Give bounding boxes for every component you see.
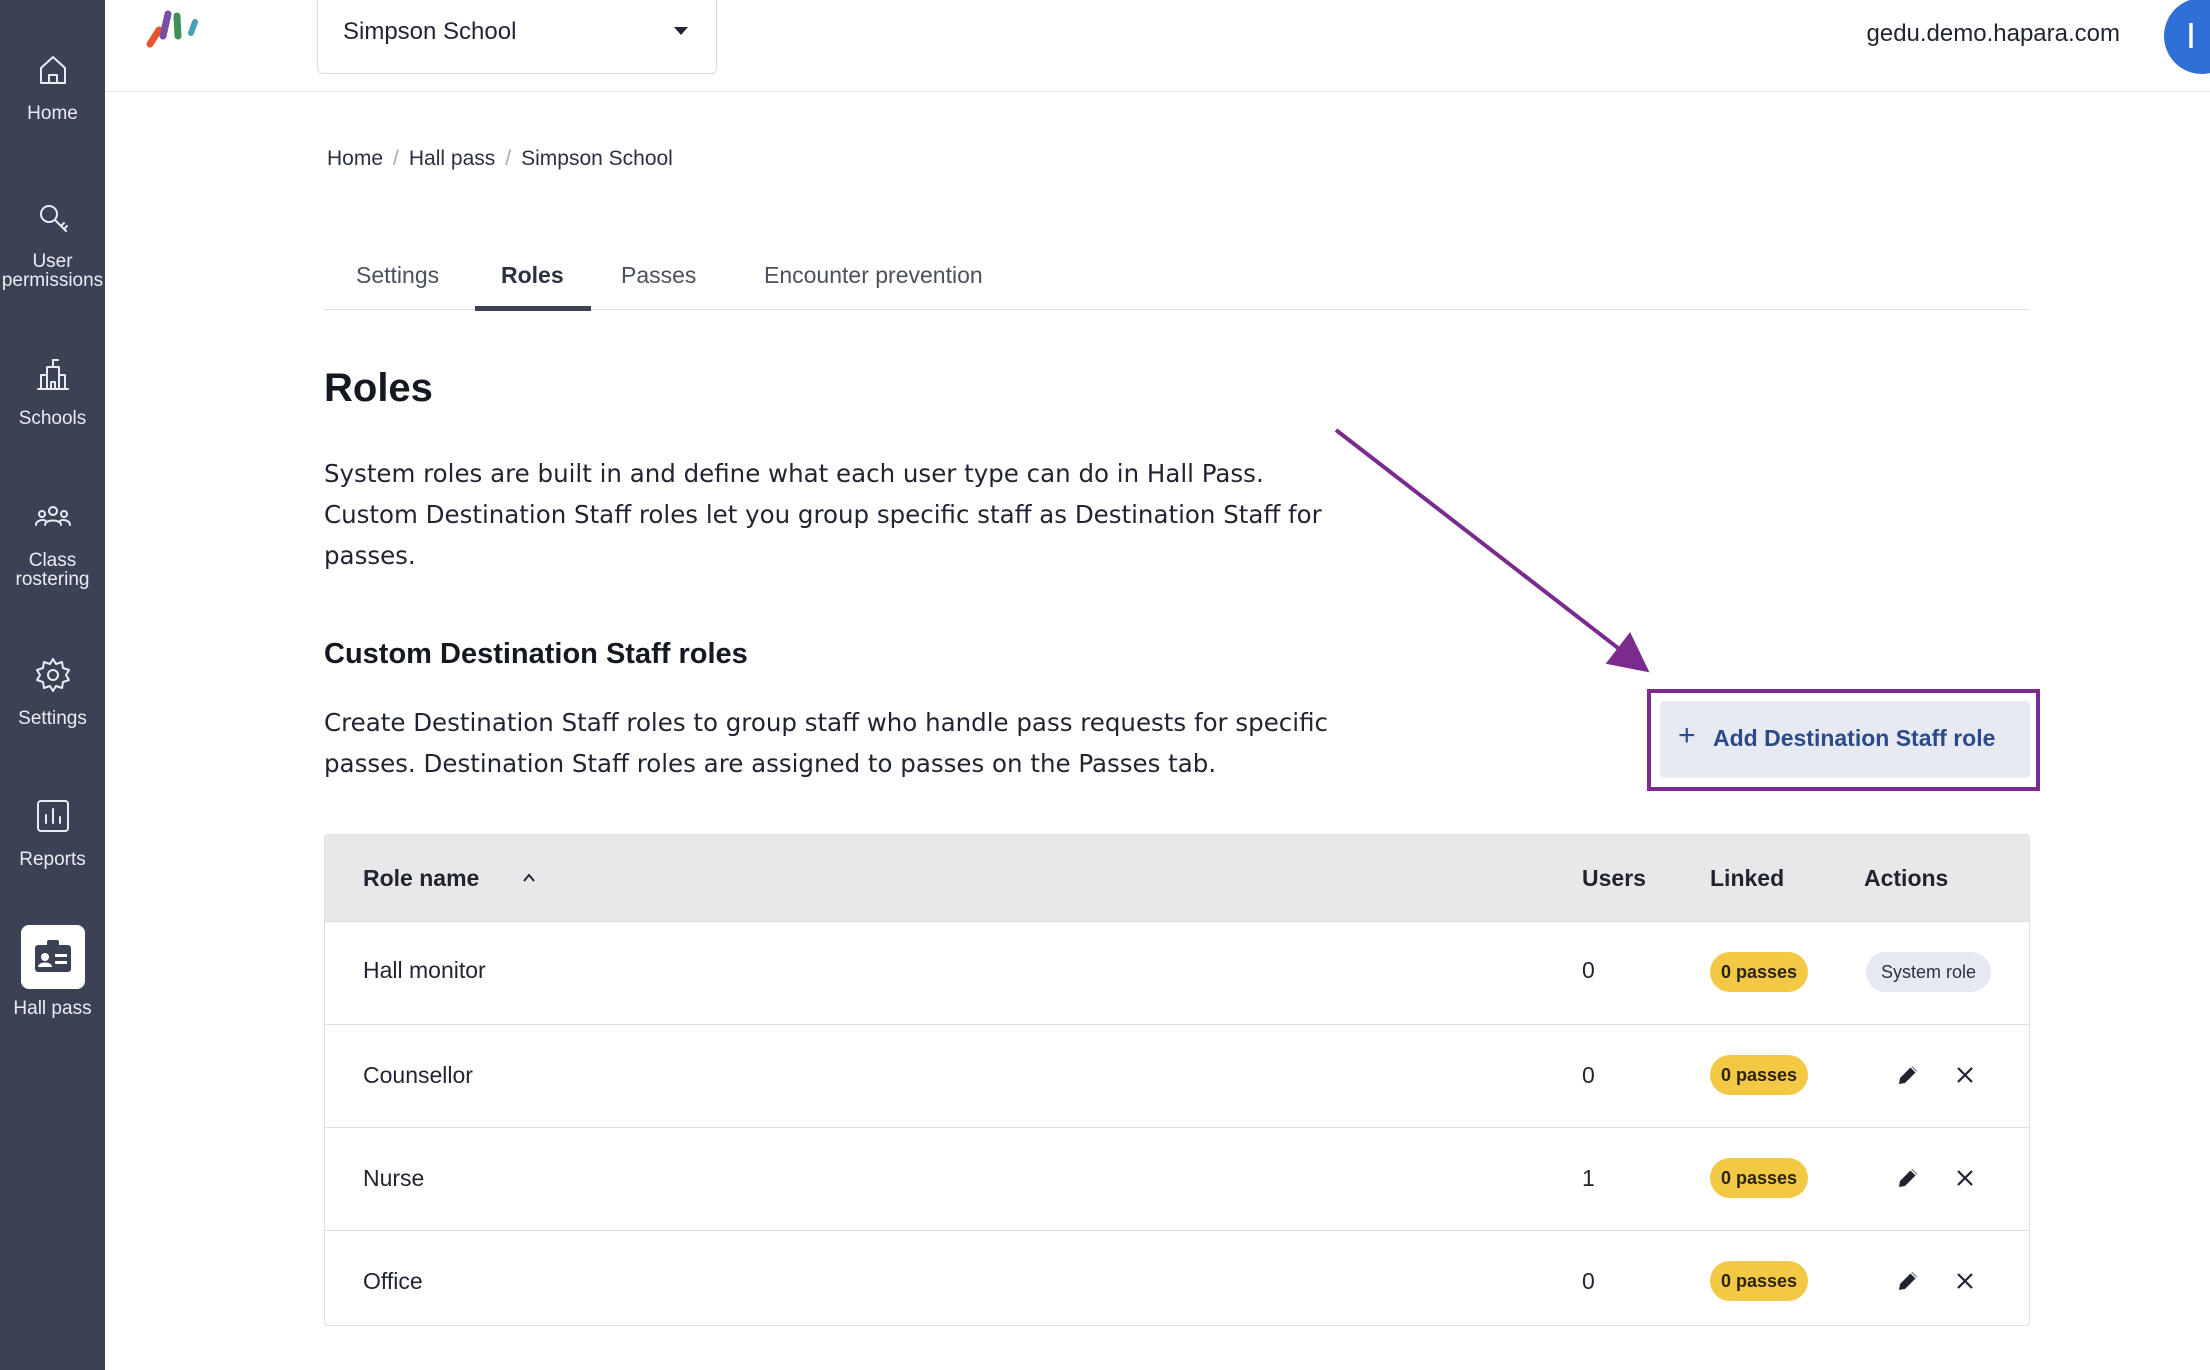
key-icon <box>33 198 73 238</box>
sidebar-item-reports[interactable]: Reports <box>0 796 105 869</box>
plus-icon: + <box>1678 719 1696 752</box>
tab-roles[interactable]: Roles <box>501 262 564 289</box>
table-header: Role name Users Linked Actions <box>325 835 2029 922</box>
home-icon <box>33 50 73 90</box>
school-selector-value: Simpson School <box>343 18 517 45</box>
column-header-role-name[interactable]: Role name <box>363 865 479 892</box>
role-name: Counsellor <box>363 1062 473 1088</box>
avatar[interactable]: I <box>2164 0 2210 74</box>
tab-bar: Settings Roles Passes Encounter preventi… <box>324 240 2030 311</box>
table-row: Nurse 1 0 passes <box>325 1128 2029 1231</box>
breadcrumb-current: Simpson School <box>521 147 673 170</box>
school-icon <box>33 355 73 395</box>
linked-passes-badge[interactable]: 0 passes <box>1710 952 1808 992</box>
intro-text: System roles are built in and define wha… <box>324 459 1322 570</box>
sidebar-item-hall-pass[interactable]: Hall pass <box>0 925 105 1018</box>
sidebar-item-class-rostering[interactable]: Class rostering <box>0 497 105 589</box>
sidebar-item-settings[interactable]: Settings <box>0 655 105 728</box>
user-count: 0 <box>1582 1062 1595 1088</box>
role-name: Office <box>363 1268 423 1294</box>
group-icon <box>33 497 73 537</box>
sidebar-item-label: Settings <box>18 708 87 729</box>
linked-passes-badge[interactable]: 0 passes <box>1710 1055 1808 1095</box>
page-title: Roles <box>324 366 433 410</box>
sidebar-item-label: User permissions <box>1 251 104 291</box>
tab-encounter-prevention[interactable]: Encounter prevention <box>764 262 983 289</box>
edit-pencil-icon[interactable] <box>1891 1058 1925 1092</box>
domain-label: gedu.demo.hapara.com <box>1866 20 2121 47</box>
column-header-actions: Actions <box>1864 865 1949 891</box>
sidebar-item-label: Class rostering <box>15 550 90 590</box>
chevron-down-icon <box>674 27 688 35</box>
role-name: Nurse <box>363 1165 425 1191</box>
tab-passes[interactable]: Passes <box>621 262 696 289</box>
school-selector[interactable]: Simpson School <box>317 0 717 74</box>
top-bar: Simpson School gedu.demo.hapara.com I <box>105 0 2210 92</box>
section-description: Create Destination Staff roles to group … <box>324 708 1328 778</box>
delete-close-icon[interactable] <box>1948 1058 1982 1092</box>
table-row: Hall monitor 0 0 passes System role <box>325 922 2029 1025</box>
section-title: Custom Destination Staff roles <box>324 638 748 670</box>
sidebar-item-user-permissions[interactable]: User permissions <box>0 198 105 290</box>
breadcrumb-separator: / <box>505 147 512 170</box>
breadcrumb-hall-pass[interactable]: Hall pass <box>409 147 495 171</box>
add-button-label: Add Destination Staff role <box>1713 725 1996 751</box>
roles-table: Role name Users Linked Actions Hall moni… <box>324 834 2030 1326</box>
annotation-arrow <box>1334 428 1650 673</box>
delete-close-icon[interactable] <box>1948 1161 1982 1195</box>
breadcrumb: Home / Hall pass / Simpson School <box>327 147 673 171</box>
tab-settings[interactable]: Settings <box>356 262 439 289</box>
table-row: Office 0 0 passes <box>325 1231 2029 1325</box>
sidebar-item-label: Hall pass <box>13 998 92 1019</box>
role-name: Hall monitor <box>363 957 486 983</box>
gear-icon <box>33 655 73 695</box>
edit-pencil-icon[interactable] <box>1891 1161 1925 1195</box>
id-badge-icon <box>20 925 85 989</box>
active-tab-indicator <box>475 306 591 311</box>
add-destination-staff-role-button[interactable]: + Add Destination Staff role <box>1660 701 2030 778</box>
user-count: 1 <box>1582 1165 1595 1191</box>
chart-icon <box>33 796 73 836</box>
sidebar-item-label: Schools <box>18 408 87 429</box>
column-header-users: Users <box>1582 865 1646 891</box>
linked-passes-badge[interactable]: 0 passes <box>1710 1261 1808 1301</box>
delete-close-icon[interactable] <box>1948 1264 1982 1298</box>
sort-ascending-icon[interactable] <box>521 870 537 886</box>
sidebar-item-label: Home <box>27 103 78 124</box>
sidebar: Home User permissions Schools Class rost… <box>0 0 105 1370</box>
breadcrumb-home[interactable]: Home <box>327 147 383 171</box>
sidebar-item-label: Reports <box>19 849 86 870</box>
column-header-linked: Linked <box>1710 865 1785 891</box>
hapara-logo <box>145 6 215 50</box>
user-count: 0 <box>1582 957 1595 983</box>
edit-pencil-icon[interactable] <box>1891 1264 1925 1298</box>
breadcrumb-separator: / <box>393 147 399 170</box>
table-row: Counsellor 0 0 passes <box>325 1025 2029 1128</box>
sidebar-item-home[interactable]: Home <box>0 50 105 123</box>
sidebar-item-schools[interactable]: Schools <box>0 355 105 428</box>
user-count: 0 <box>1582 1268 1595 1294</box>
linked-passes-badge[interactable]: 0 passes <box>1710 1158 1808 1198</box>
system-role-badge: System role <box>1866 952 1991 992</box>
